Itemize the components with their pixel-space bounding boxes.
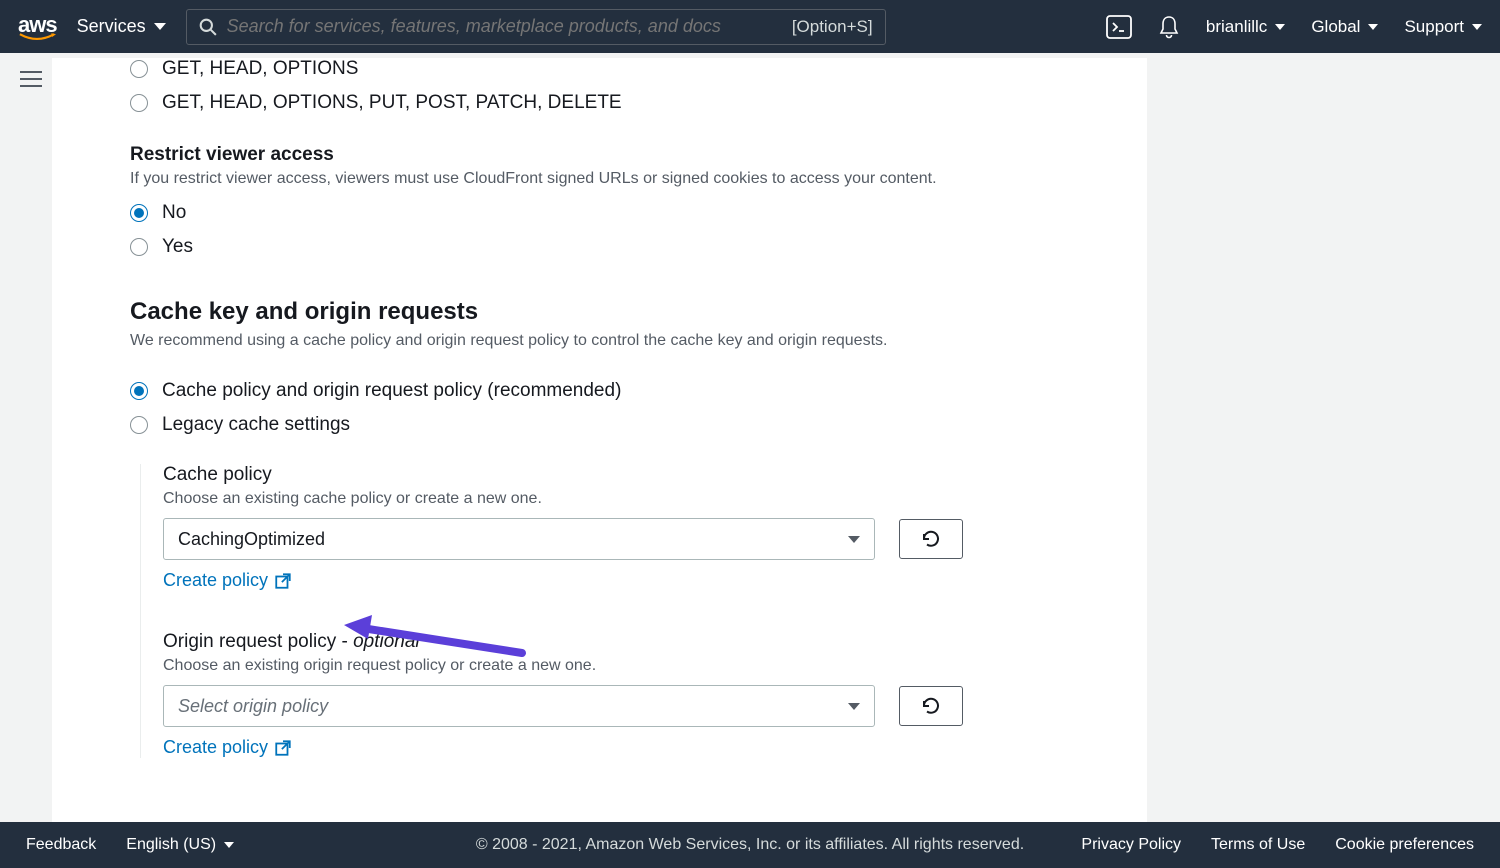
form-panel: GET, HEAD, OPTIONS GET, HEAD, OPTIONS, P…	[52, 58, 1147, 822]
origin-policy-desc: Choose an existing origin request policy…	[163, 657, 1119, 675]
radio-label: Cache policy and origin request policy (…	[162, 380, 621, 402]
chevron-down-icon	[848, 536, 860, 543]
footer-links: Privacy Policy Terms of Use Cookie prefe…	[1081, 836, 1474, 854]
policy-settings: Cache policy Choose an existing cache po…	[140, 464, 1119, 758]
http-method-option[interactable]: GET, HEAD, OPTIONS, PUT, POST, PATCH, DE…	[130, 92, 1119, 114]
region-menu[interactable]: Global	[1311, 17, 1378, 37]
radio-icon	[130, 382, 148, 400]
radio-icon	[130, 94, 148, 112]
allowed-http-methods: GET, HEAD, OPTIONS GET, HEAD, OPTIONS, P…	[130, 58, 1119, 114]
radio-label: Legacy cache settings	[162, 414, 350, 436]
radio-label: GET, HEAD, OPTIONS, PUT, POST, PATCH, DE…	[162, 92, 622, 114]
chevron-down-icon	[848, 703, 860, 710]
cache-mode-recommended[interactable]: Cache policy and origin request policy (…	[130, 380, 1119, 402]
support-menu[interactable]: Support	[1404, 17, 1482, 37]
top-nav: aws Services [Option+S] brianlillc Globa…	[0, 0, 1500, 53]
radio-label: Yes	[162, 236, 193, 258]
region-label: Global	[1311, 17, 1360, 37]
global-search[interactable]: [Option+S]	[186, 9, 886, 45]
search-shortcut: [Option+S]	[792, 17, 873, 37]
chevron-down-icon	[154, 23, 166, 30]
account-label: brianlillc	[1206, 17, 1267, 37]
create-origin-policy-link[interactable]: Create policy	[163, 737, 1119, 758]
account-menu[interactable]: brianlillc	[1206, 17, 1285, 37]
language-selector[interactable]: English (US)	[126, 836, 234, 854]
cache-section-desc: We recommend using a cache policy and or…	[130, 332, 1119, 350]
cache-policy-refresh[interactable]	[899, 519, 963, 559]
feedback-link[interactable]: Feedback	[26, 836, 96, 854]
origin-policy-label: Origin request policy - optional	[163, 631, 1119, 653]
search-input[interactable]	[227, 16, 782, 37]
chevron-down-icon	[1275, 24, 1285, 30]
search-icon	[199, 18, 217, 36]
radio-icon	[130, 416, 148, 434]
restrict-no-option[interactable]: No	[130, 202, 1119, 224]
origin-policy-select[interactable]: Select origin policy	[163, 685, 875, 727]
privacy-link[interactable]: Privacy Policy	[1081, 836, 1181, 854]
restrict-yes-option[interactable]: Yes	[130, 236, 1119, 258]
radio-label: No	[162, 202, 186, 224]
cache-section-heading: Cache key and origin requests	[130, 298, 1119, 326]
cache-policy-value: CachingOptimized	[178, 529, 325, 550]
restrict-viewer-group: No Yes	[130, 202, 1119, 258]
cloudshell-icon[interactable]	[1106, 15, 1132, 39]
refresh-icon	[920, 528, 942, 550]
origin-policy-label-text: Origin request policy -	[163, 631, 353, 652]
notifications-icon[interactable]	[1158, 15, 1180, 39]
radio-label: GET, HEAD, OPTIONS	[162, 58, 358, 80]
chevron-down-icon	[224, 842, 234, 848]
create-cache-policy-link[interactable]: Create policy	[163, 570, 1119, 591]
copyright-text: © 2008 - 2021, Amazon Web Services, Inc.…	[476, 836, 1024, 854]
services-menu[interactable]: Services	[77, 16, 166, 37]
aws-smile-icon	[18, 32, 56, 42]
support-label: Support	[1404, 17, 1464, 37]
cache-policy-select[interactable]: CachingOptimized	[163, 518, 875, 560]
refresh-icon	[920, 695, 942, 717]
aws-logo[interactable]: aws	[18, 16, 57, 42]
footer: Feedback English (US) © 2008 - 2021, Ama…	[0, 822, 1500, 868]
cache-mode-group: Cache policy and origin request policy (…	[130, 380, 1119, 436]
link-text: Create policy	[163, 737, 268, 758]
chevron-down-icon	[1472, 24, 1482, 30]
origin-policy-placeholder: Select origin policy	[178, 696, 328, 717]
chevron-down-icon	[1368, 24, 1378, 30]
cache-mode-legacy[interactable]: Legacy cache settings	[130, 414, 1119, 436]
link-text: Create policy	[163, 570, 268, 591]
restrict-viewer-title: Restrict viewer access	[130, 144, 1119, 166]
terms-link[interactable]: Terms of Use	[1211, 836, 1305, 854]
language-label: English (US)	[126, 836, 216, 854]
cookies-link[interactable]: Cookie preferences	[1335, 836, 1474, 854]
origin-policy-optional: optional	[353, 631, 420, 652]
content-area: GET, HEAD, OPTIONS GET, HEAD, OPTIONS, P…	[52, 53, 1500, 822]
origin-policy-refresh[interactable]	[899, 686, 963, 726]
cache-policy-desc: Choose an existing cache policy or creat…	[163, 490, 1119, 508]
radio-icon	[130, 238, 148, 256]
cache-policy-label: Cache policy	[163, 464, 1119, 486]
services-label: Services	[77, 16, 146, 37]
external-link-icon	[274, 572, 292, 590]
side-nav-toggle[interactable]	[20, 70, 42, 88]
radio-icon	[130, 204, 148, 222]
header-right: brianlillc Global Support	[1106, 15, 1482, 39]
http-method-option[interactable]: GET, HEAD, OPTIONS	[130, 58, 1119, 80]
external-link-icon	[274, 739, 292, 757]
restrict-viewer-desc: If you restrict viewer access, viewers m…	[130, 170, 1119, 188]
radio-icon	[130, 60, 148, 78]
